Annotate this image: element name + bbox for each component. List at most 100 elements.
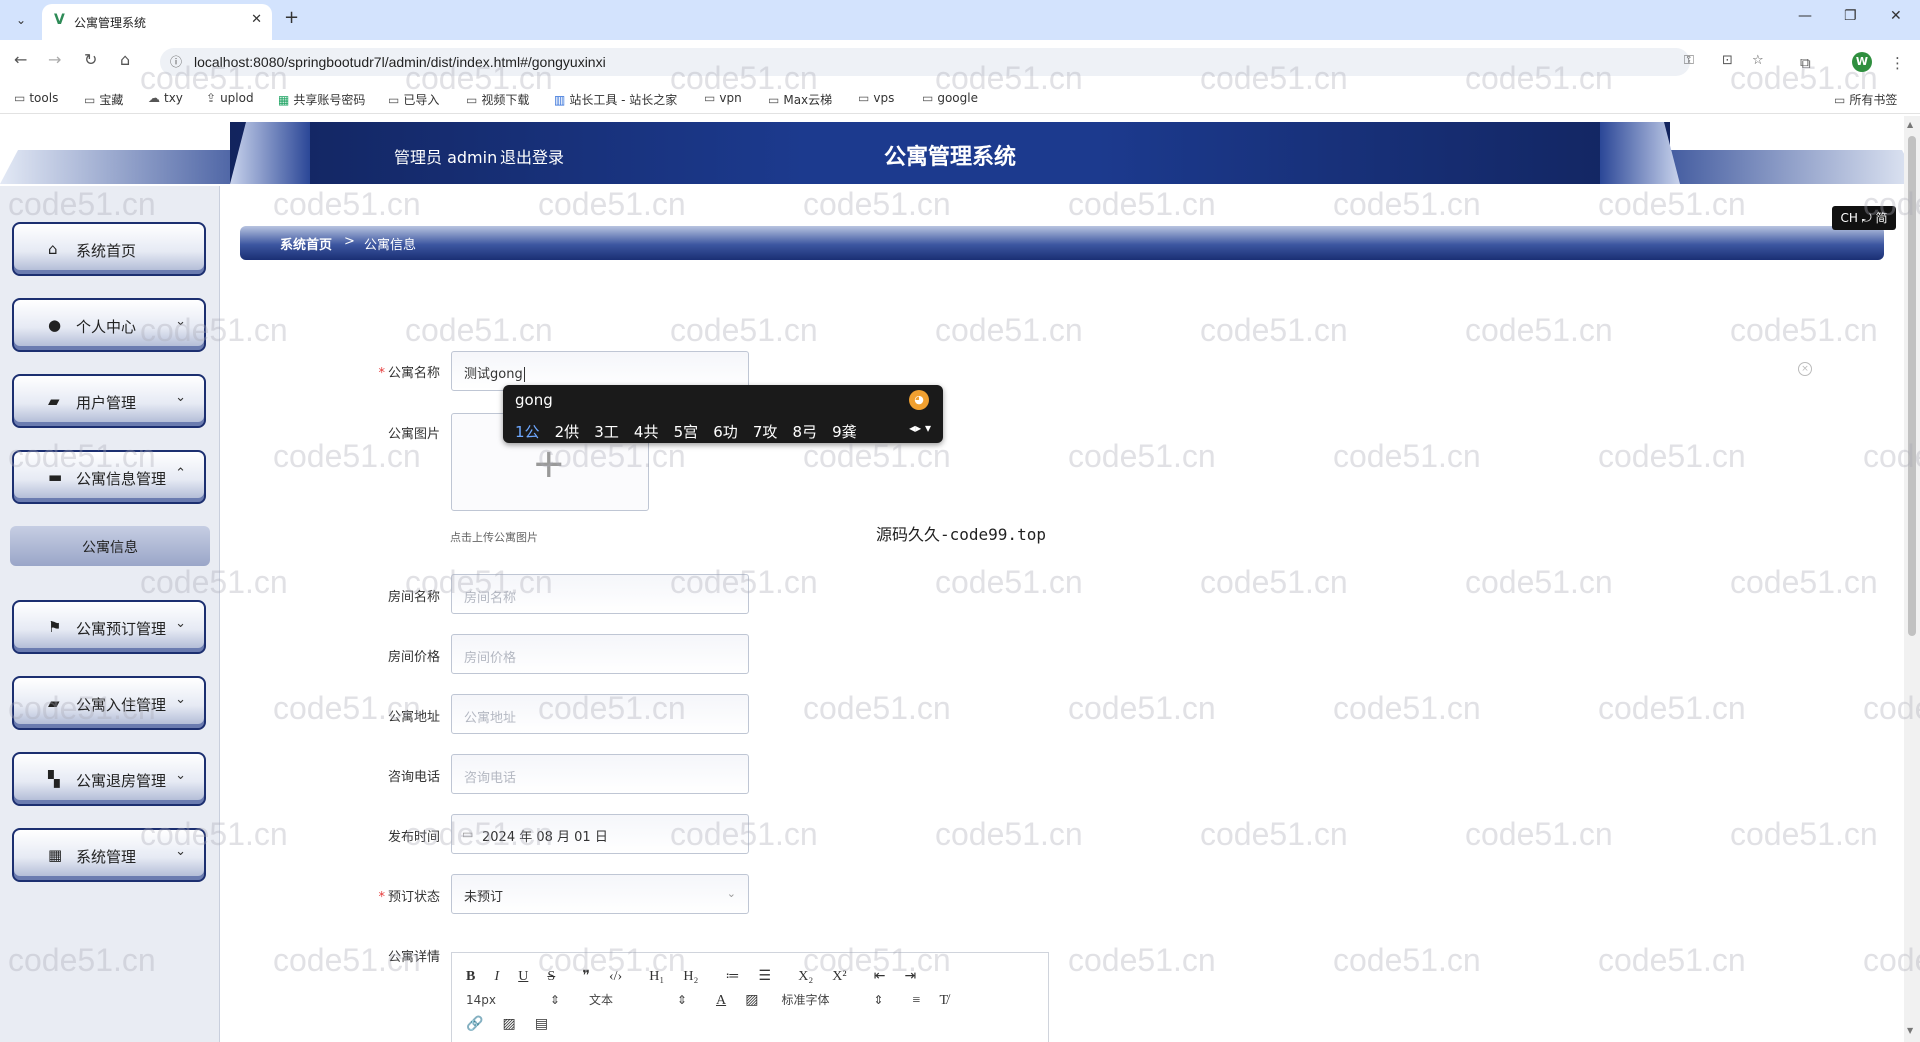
logout-link[interactable]: 退出登录 — [500, 144, 564, 168]
room-price-input[interactable]: 房间价格 — [451, 634, 749, 674]
bookmark-item[interactable]: ▭ Max云梯 — [768, 91, 832, 108]
bookmark-item[interactable]: ▦ 共享账号密码 — [278, 91, 365, 108]
bold-button[interactable]: B — [466, 969, 475, 985]
password-key-icon[interactable]: ⚿ — [1684, 53, 1694, 68]
blockquote-button[interactable]: ❞ — [582, 968, 590, 985]
ordered-list-button[interactable]: ≔ — [725, 968, 739, 985]
publish-date-picker[interactable]: ▭ 2024 年 08 月 01 日 — [451, 814, 749, 854]
code-block-button[interactable]: ‹/› — [609, 969, 622, 985]
block-type-select[interactable]: 文本 ⇕ — [589, 991, 687, 1008]
watermark-text: code51.cn — [1068, 438, 1216, 474]
bookmark-item[interactable]: ⇪ uplod — [206, 91, 254, 105]
ime-candidate[interactable]: 5宫 — [674, 421, 699, 442]
sidebar-item-system-management[interactable]: ▦ 系统管理 ⌄ — [12, 828, 206, 882]
font-family-select[interactable]: 标准字体 ⇕ — [782, 991, 884, 1008]
bookmark-item[interactable]: ▭ tools — [14, 91, 58, 105]
text-cursor — [523, 367, 525, 382]
strike-button[interactable]: S — [547, 969, 555, 985]
ime-mode-indicator[interactable]: CH ⤾ 简 — [1832, 206, 1896, 230]
subscript-button[interactable]: X₂ — [798, 969, 813, 985]
bookmark-item[interactable]: ▭ vpn — [704, 91, 742, 105]
sidebar-item-checkin-management[interactable]: ▰ 公寓入住管理 ⌄ — [12, 676, 206, 730]
sidebar-item-apartment-info-management[interactable]: ▬ 公寓信息管理 ⌃ — [12, 450, 206, 504]
tab-close-icon[interactable]: ✕ — [251, 12, 262, 27]
ime-candidate[interactable]: 4共 — [634, 421, 659, 442]
sidebar-subitem-apartment-info[interactable]: 公寓信息 — [10, 526, 210, 566]
all-bookmarks[interactable]: ▭ 所有书签 — [1834, 91, 1897, 108]
home-nav-icon[interactable]: ⌂ — [120, 50, 130, 69]
heading2-button[interactable]: H₂ — [683, 969, 698, 985]
ime-candidate[interactable]: 2供 — [555, 421, 580, 442]
clear-format-icon[interactable]: T̸ — [940, 993, 949, 1009]
sidebar-item-booking-management[interactable]: ⚑ 公寓预订管理 ⌄ — [12, 600, 206, 654]
sidebar-item-label: 用户管理 — [76, 394, 137, 412]
link-icon[interactable]: 🔗 — [466, 1016, 483, 1033]
indent-button[interactable]: ⇥ — [905, 968, 917, 985]
forward-arrow-icon[interactable]: → — [48, 50, 61, 69]
heading1-button[interactable]: H₁ — [649, 969, 664, 985]
ime-candidate[interactable]: 7攻 — [753, 421, 778, 442]
restore-icon[interactable]: ❐ — [1844, 8, 1857, 24]
bookmark-item[interactable]: ▭ 视频下载 — [466, 91, 529, 108]
tab-search-chevron-icon[interactable]: ⌄ — [10, 9, 32, 31]
bookmark-item[interactable]: ▭ vps — [858, 91, 894, 105]
scroll-thumb[interactable] — [1908, 136, 1916, 636]
phone-input[interactable]: 咨询电话 — [451, 754, 749, 794]
back-arrow-icon[interactable]: ← — [14, 50, 27, 69]
watermark-text: code51.cn — [1598, 690, 1746, 726]
ime-candidate[interactable]: 9龚 — [832, 421, 857, 442]
site-info-icon[interactable]: ⓘ — [170, 53, 182, 70]
bookmark-item[interactable]: ▥ 站长工具 - 站长之家 — [554, 91, 677, 108]
font-color-icon[interactable]: A — [716, 993, 726, 1009]
scroll-up-icon[interactable]: ▲ — [1907, 120, 1913, 129]
ime-candidate[interactable]: 6功 — [713, 421, 738, 442]
reload-icon[interactable]: ↻ — [84, 50, 97, 69]
screenshot-icon[interactable]: ⊡ — [1722, 53, 1733, 68]
page-scrollbar[interactable]: ▲ ▼ — [1904, 116, 1920, 1042]
address-bar[interactable]: ⓘ localhost:8080/springbootudr7l/admin/d… — [160, 48, 1764, 76]
sidebar-item-label: 公寓入住管理 — [76, 696, 167, 714]
address-input[interactable]: 公寓地址 — [451, 694, 749, 734]
extensions-icon[interactable]: ⧉ — [1800, 54, 1811, 72]
bookmark-star-icon[interactable]: ☆ — [1752, 53, 1764, 68]
window-close-icon[interactable]: ✕ — [1890, 8, 1902, 24]
watermark-text: code51.cn — [1730, 312, 1878, 348]
superscript-button[interactable]: X² — [832, 969, 846, 985]
chevron-up-icon: ⌃ — [175, 466, 186, 481]
ime-page-nav-icon[interactable]: ◂▸ ▾ — [909, 421, 931, 435]
sidebar-item-checkout-management[interactable]: ▚ 公寓退房管理 ⌄ — [12, 752, 206, 806]
rich-text-editor[interactable]: B I U S ❞ ‹/› H₁ H₂ ≔ ☰ X₂ X² ⇤ ⇥ 14px ⇕… — [451, 952, 1049, 1042]
sidebar-item-home[interactable]: ⌂ 系统首页 — [12, 222, 206, 276]
bookmark-item[interactable]: ▭ 宝藏 — [84, 91, 123, 108]
font-size-select[interactable]: 14px ⇕ — [466, 993, 560, 1007]
underline-button[interactable]: U — [518, 969, 528, 985]
booking-status-select[interactable]: 未预订 ⌄ — [451, 874, 749, 914]
italic-button[interactable]: I — [494, 969, 499, 985]
ime-candidate[interactable]: 1公 — [515, 421, 540, 442]
bookmark-item[interactable]: ▭ 已导入 — [388, 91, 439, 108]
breadcrumb-home[interactable]: 系统首页 — [280, 234, 332, 253]
browser-tab-active[interactable]: V 公寓管理系统 ✕ — [42, 4, 272, 40]
image-icon[interactable]: ▨ — [503, 1016, 516, 1033]
align-icon[interactable]: ≡ — [913, 993, 921, 1009]
bookmark-item[interactable]: ☁ txy — [148, 91, 183, 105]
browser-menu-icon[interactable]: ⋮ — [1890, 54, 1905, 72]
ime-candidate[interactable]: 3工 — [594, 421, 619, 442]
sidebar-item-personal-center[interactable]: ● 个人中心 ⌄ — [12, 298, 206, 352]
scroll-down-icon[interactable]: ▼ — [1907, 1026, 1913, 1035]
select-updown-icon: ⇕ — [676, 993, 687, 1007]
watermark-text: code51.cn — [1200, 564, 1348, 600]
new-tab-plus-icon[interactable]: + — [284, 7, 299, 28]
vue-favicon-icon: V — [54, 12, 65, 28]
profile-avatar[interactable]: W — [1852, 52, 1872, 72]
outdent-button[interactable]: ⇤ — [874, 968, 886, 985]
video-icon[interactable]: ▤ — [535, 1016, 548, 1033]
bookmark-item[interactable]: ▭ google — [922, 91, 978, 105]
sidebar-item-user-management[interactable]: ▰ 用户管理 ⌄ — [12, 374, 206, 428]
minimize-icon[interactable]: — — [1798, 8, 1812, 24]
clear-icon[interactable]: × — [1798, 362, 1812, 376]
background-color-icon[interactable]: ▨ — [745, 992, 758, 1009]
bullet-list-button[interactable]: ☰ — [759, 968, 772, 985]
ime-candidate[interactable]: 8弓 — [792, 421, 817, 442]
room-name-input[interactable]: 房间名称 — [451, 574, 749, 614]
